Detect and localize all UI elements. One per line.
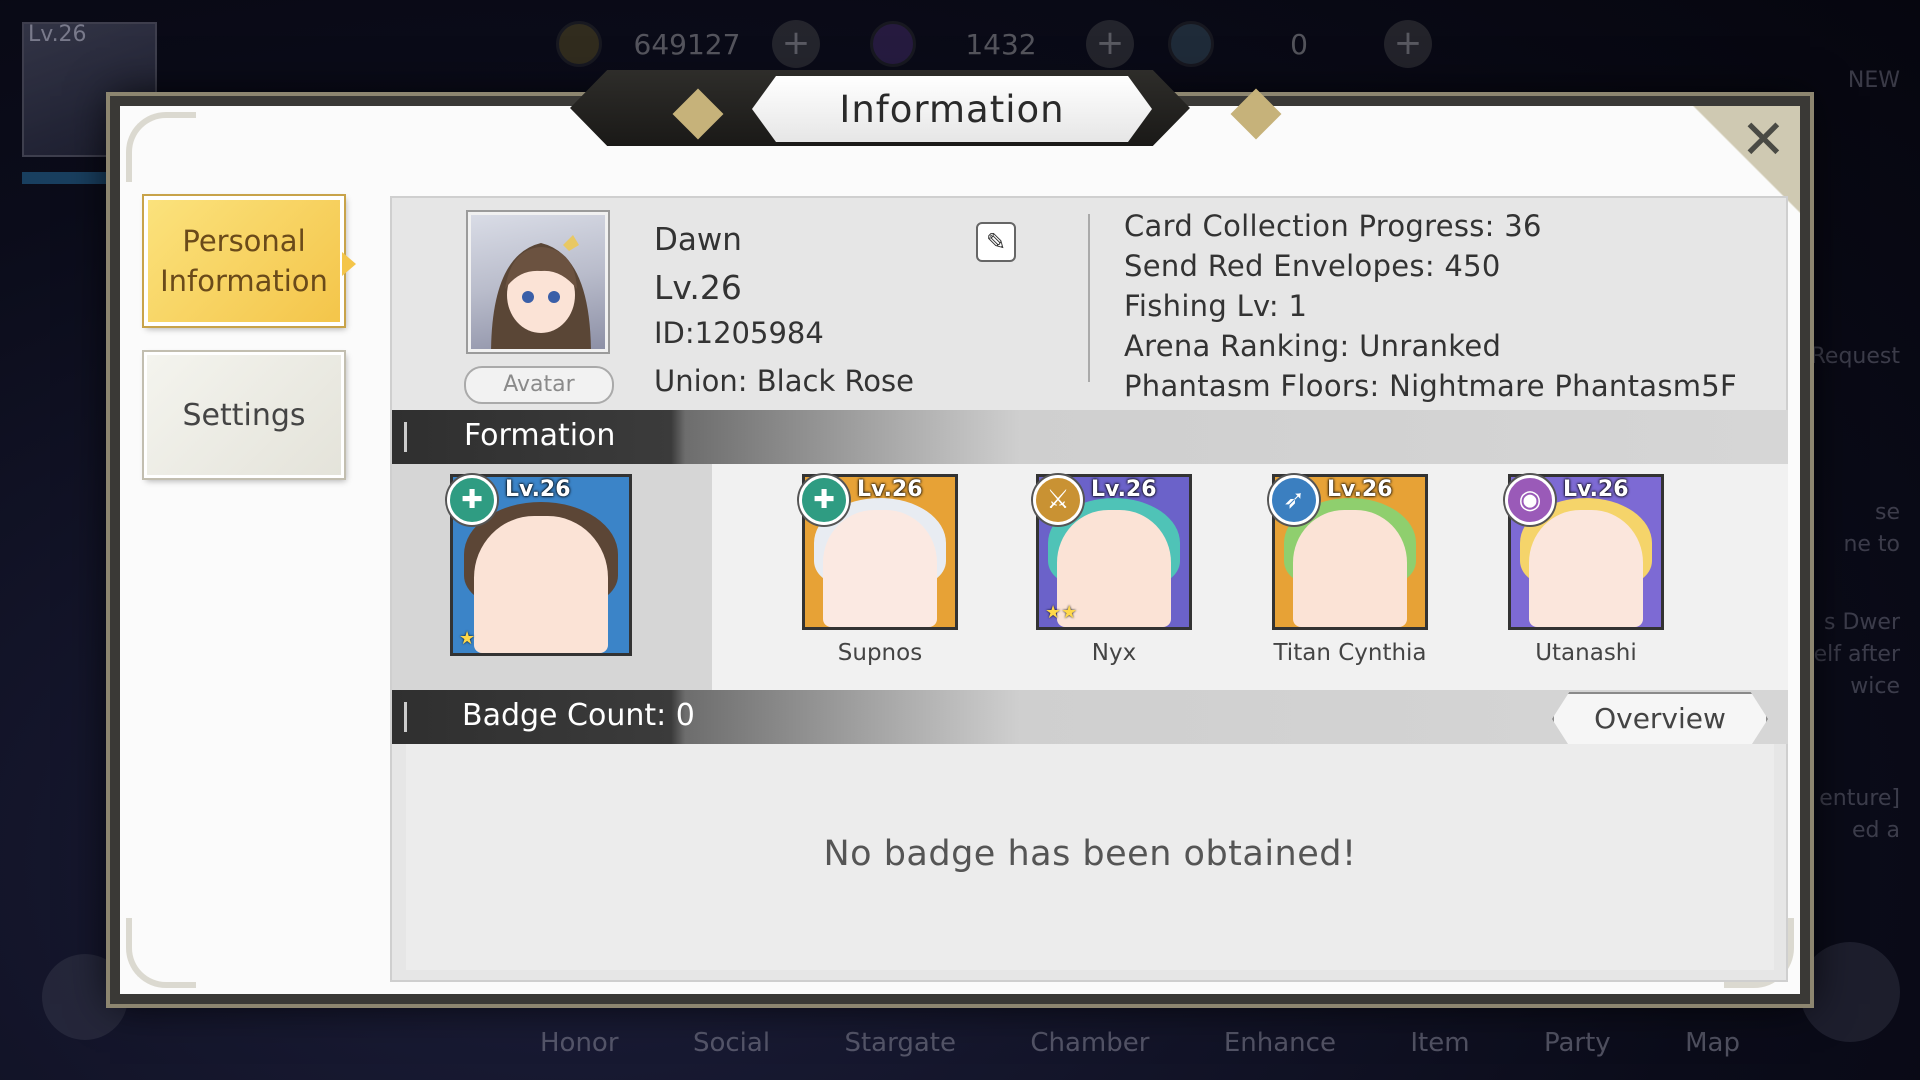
tab-settings[interactable]: Settings [144,352,344,478]
add-gold-button[interactable]: + [772,20,820,68]
nav-enhance[interactable]: Enhance [1224,1028,1336,1058]
player-stats: Card Collection Progress: 36 Send Red En… [1124,206,1737,406]
personal-information-panel: Avatar Dawn Lv.26 ID:1205984 Union: Blac… [390,196,1788,982]
quest-text-fragment: wice [1850,674,1900,699]
unit-name: Titan Cynthia [1273,640,1427,666]
nav-social[interactable]: Social [693,1028,770,1058]
unit-name: Supnos [837,640,923,666]
unit-card-titan-cynthia[interactable]: ➶ Lv.26 [1269,474,1428,630]
new-badge-label: NEW [1847,68,1900,93]
card-face [474,515,608,653]
title-plate: Information [752,76,1152,142]
badge-count: Badge Count: 0 [462,698,695,733]
bottom-nav: Honor Social Stargate Chamber Enhance It… [540,1028,1740,1058]
divider [1088,214,1090,382]
unit-card-utanashi[interactable]: ◉ Lv.26 [1505,474,1664,630]
pencil-icon: ✎ [985,228,1007,256]
card-level: Lv.26 [505,477,571,502]
nav-party[interactable]: Party [1544,1028,1611,1058]
tab-settings-label: Settings [182,397,306,433]
unit-card-nyx[interactable]: ⚔ Lv.26 ★★ [1033,474,1192,630]
formation-title: Formation [464,418,616,453]
card-face [1529,510,1643,627]
formation-header: Formation [392,410,1788,464]
tab-personal-information[interactable]: Personal Information [144,196,356,326]
avatar-button[interactable]: Avatar [464,366,614,404]
player-union: Union: Black Rose [654,364,914,398]
nav-stargate[interactable]: Stargate [844,1028,956,1058]
card-level: Lv.26 [1563,477,1629,502]
currency-orb: 0 + [1168,20,1432,68]
collapse-menu-button[interactable] [1800,942,1900,1042]
modal-title: Information [839,87,1065,131]
request-label[interactable]: Request [1811,344,1900,369]
nav-item[interactable]: Item [1410,1028,1469,1058]
unit-name: Nyx [1091,640,1137,666]
nav-honor[interactable]: Honor [540,1028,619,1058]
nav-chamber[interactable]: Chamber [1030,1028,1149,1058]
player-id: ID:1205984 [654,316,824,350]
stat-phantasm-floors: Phantasm Floors: Nightmare Phantasm5F [1124,369,1738,403]
currency-gold-value: 649127 [633,27,741,61]
overview-button[interactable]: Overview [1552,692,1768,746]
quest-text-fragment: enture] [1819,786,1900,811]
currency-gem: 1432 + [870,20,1134,68]
badge-empty-message: No badge has been obtained! [823,834,1357,874]
stat-fishing-level: Fishing Lv: 1 [1124,289,1308,323]
header-accent [404,422,407,452]
nav-map[interactable]: Map [1685,1028,1740,1058]
add-orb-button[interactable]: + [1384,20,1432,68]
edit-name-button[interactable]: ✎ [976,222,1016,262]
gold-coin-icon [556,21,602,67]
quest-text-fragment: se [1875,500,1900,525]
star-icon: ★★ [1045,602,1078,623]
quest-text-fragment: elf after [1813,642,1900,667]
unit-name: Utanashi [1535,640,1637,666]
quest-text-fragment: ed a [1852,818,1900,843]
diamond-ornament-icon [1230,88,1282,140]
add-gem-button[interactable]: + [1086,20,1134,68]
stat-card-collection: Card Collection Progress: 36 [1124,209,1542,243]
close-icon: ✕ [1740,108,1786,171]
player-name: Dawn [654,222,742,258]
corner-ornament [126,918,196,988]
bow-icon: ➶ [1269,475,1319,525]
badge-panel: No badge has been obtained! [406,744,1774,970]
rainbow-orb-icon [1168,21,1214,67]
stat-red-envelopes: Send Red Envelopes: 450 [1124,249,1501,283]
leader-card[interactable]: ✚ Lv.26 ★ [447,474,632,656]
card-level: Lv.26 [857,477,923,502]
portrait-icon [491,235,591,349]
card-face [823,510,937,627]
player-level-label: Lv.26 [28,22,87,47]
stat-arena-ranking: Arena Ranking: Unranked [1124,329,1502,363]
card-level: Lv.26 [1091,477,1157,502]
corner-ornament [126,112,196,182]
currency-gold: 649127 + [556,20,820,68]
healer-cross-icon: ✚ [799,475,849,525]
healer-cross-icon: ✚ [447,475,497,525]
card-level: Lv.26 [1327,477,1393,502]
mage-orb-icon: ◉ [1505,475,1555,525]
quest-text-fragment: ne to [1843,532,1900,557]
profile-avatar [468,212,608,352]
currency-orb-value: 0 [1290,27,1308,61]
star-icon: ★ [459,628,476,649]
sword-icon: ⚔ [1033,475,1083,525]
purple-gem-icon [870,21,916,67]
information-modal: Information ✕ Personal Information Setti… [110,70,1810,1004]
quest-text-fragment: s Dwer [1824,610,1900,635]
player-level: Lv.26 [654,268,742,307]
card-face [1293,510,1407,627]
header-accent [404,702,407,732]
tab-label-line1: Personal [182,224,306,258]
unit-card-supnos[interactable]: ✚ Lv.26 [799,474,958,630]
currency-gem-value: 1432 [965,27,1037,61]
tab-label-line2: Information [160,264,328,298]
